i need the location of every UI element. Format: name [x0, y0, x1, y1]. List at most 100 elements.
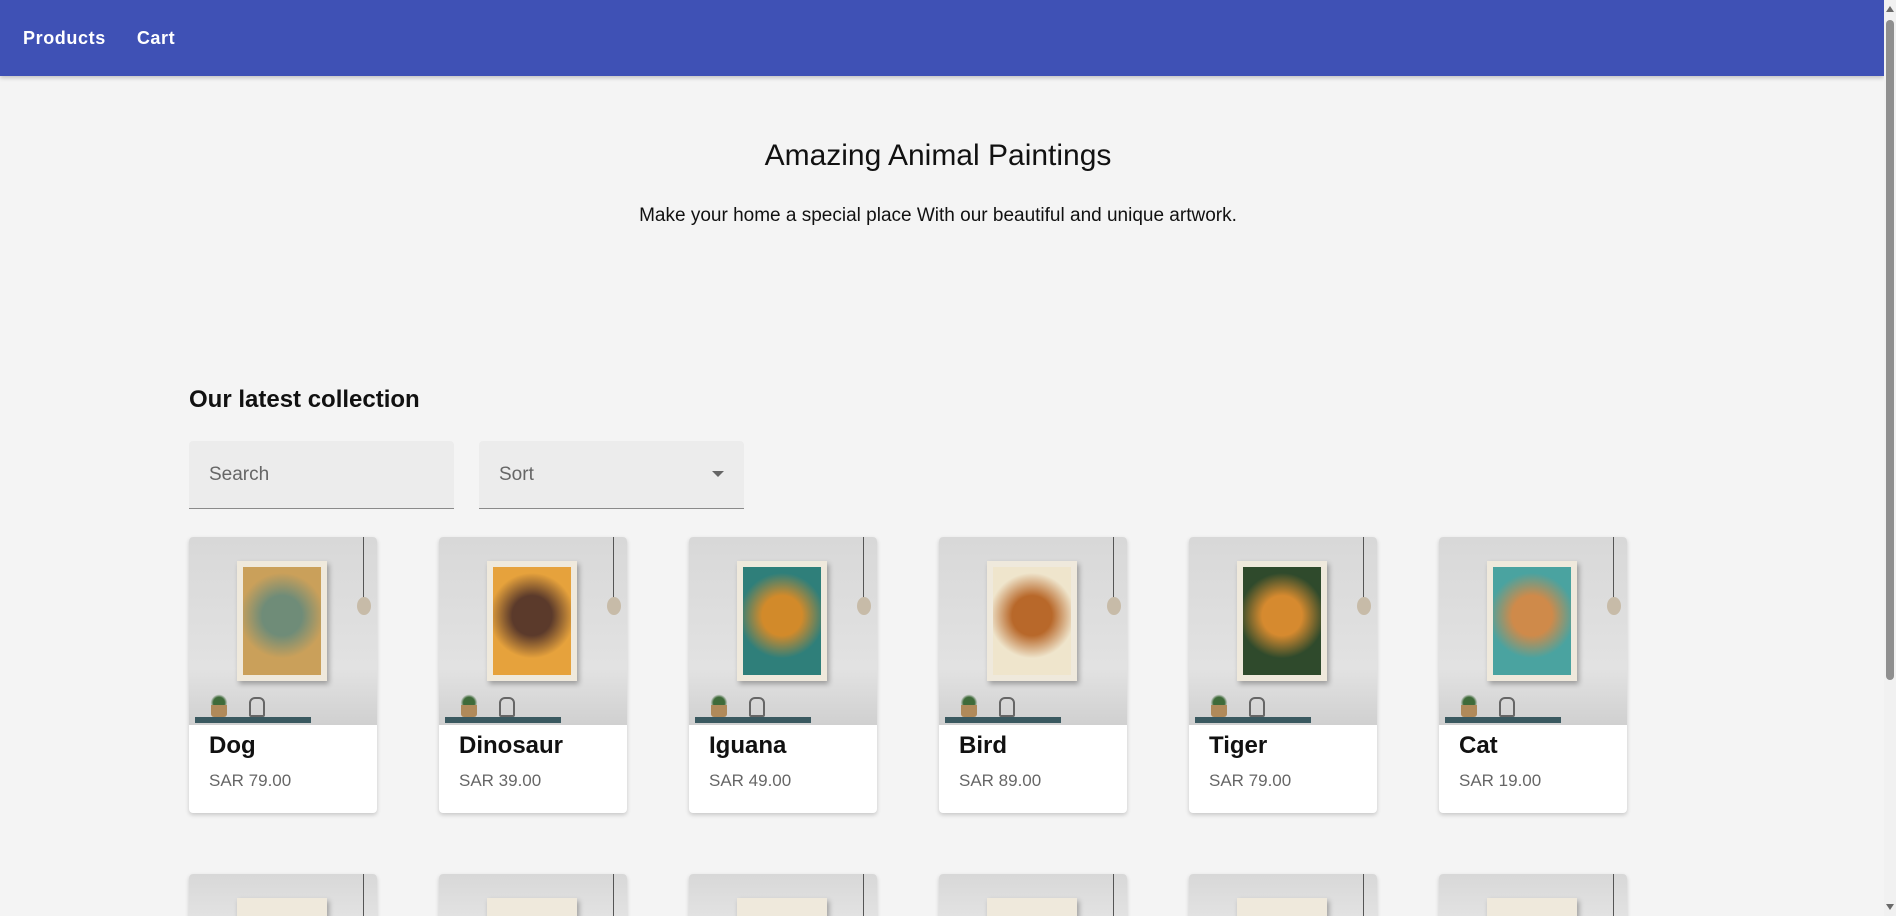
product-price: SAR 89.00: [959, 771, 1042, 790]
scrollbar-thumb[interactable]: [1886, 20, 1894, 680]
sort-select[interactable]: Sort: [479, 441, 744, 509]
lamp-cord: [613, 537, 614, 599]
painting-art: [1243, 567, 1321, 675]
sort-label: Sort: [499, 464, 534, 485]
product-name: Dinosaur: [459, 732, 564, 759]
product-price: SAR 79.00: [1209, 771, 1292, 790]
product-card[interactable]: [189, 874, 377, 916]
painting-frame: [737, 561, 827, 681]
product-image: [1439, 874, 1627, 916]
shelf: [945, 717, 1061, 723]
hero-title: Amazing Animal Paintings: [764, 139, 1112, 172]
product-card[interactable]: Tiger SAR 79.00: [1189, 537, 1377, 813]
plant-icon: [209, 693, 229, 717]
search-input[interactable]: [189, 441, 454, 508]
painting-frame: [987, 561, 1077, 681]
lamp-cord: [863, 874, 864, 916]
painting-art: [743, 567, 821, 675]
lamp-cord: [1613, 874, 1614, 916]
product-card[interactable]: Iguana SAR 49.00: [689, 537, 877, 813]
product-name: Cat: [1459, 732, 1498, 759]
painting-frame: [1487, 561, 1577, 681]
product-card[interactable]: [689, 874, 877, 916]
section-title: Our latest collection: [189, 386, 420, 413]
shelf: [195, 717, 311, 723]
product-image: [1189, 874, 1377, 916]
painting-art: [243, 567, 321, 675]
lamp-cord: [363, 874, 364, 916]
product-image: [189, 537, 377, 725]
shelf: [1195, 717, 1311, 723]
product-card[interactable]: Dog SAR 79.00: [189, 537, 377, 813]
app-bar: Products Cart: [0, 0, 1884, 76]
product-card[interactable]: [1189, 874, 1377, 916]
lamp-cord: [1613, 537, 1614, 599]
lamp-cord: [1363, 537, 1364, 599]
shelf: [445, 717, 561, 723]
dropdown-caret-icon: [712, 471, 724, 477]
painting-frame: [487, 898, 577, 916]
basket-icon: [749, 697, 765, 717]
product-image: [1439, 537, 1627, 725]
basket-icon: [499, 697, 515, 717]
product-price: SAR 49.00: [709, 771, 792, 790]
painting-art: [993, 567, 1071, 675]
product-name: Iguana: [709, 732, 787, 759]
scroll-down-arrow-icon[interactable]: [1886, 904, 1894, 910]
lamp-cord: [1113, 537, 1114, 599]
product-image: [689, 874, 877, 916]
product-image: [439, 537, 627, 725]
product-card[interactable]: Bird SAR 89.00: [939, 537, 1127, 813]
scroll-up-arrow-icon[interactable]: [1886, 6, 1894, 12]
product-image: [939, 874, 1127, 916]
painting-art: [1493, 567, 1571, 675]
product-price: SAR 19.00: [1459, 771, 1542, 790]
hero-subtitle: Make your home a special place With our …: [639, 205, 1237, 226]
shelf: [1445, 717, 1561, 723]
product-card[interactable]: [1439, 874, 1627, 916]
product-card[interactable]: Cat SAR 19.00: [1439, 537, 1627, 813]
painting-art: [493, 567, 571, 675]
plant-icon: [959, 693, 979, 717]
lamp-icon: [1107, 597, 1121, 615]
lamp-icon: [1357, 597, 1371, 615]
painting-frame: [237, 898, 327, 916]
lamp-cord: [1113, 874, 1114, 916]
product-name: Bird: [959, 732, 1007, 759]
plant-icon: [709, 693, 729, 717]
product-image: [439, 874, 627, 916]
lamp-icon: [357, 597, 371, 615]
product-card[interactable]: [439, 874, 627, 916]
product-name: Dog: [209, 732, 256, 759]
lamp-icon: [1607, 597, 1621, 615]
lamp-cord: [363, 537, 364, 599]
product-image: [939, 537, 1127, 725]
lamp-cord: [1363, 874, 1364, 916]
shelf: [695, 717, 811, 723]
painting-frame: [237, 561, 327, 681]
product-image: [1189, 537, 1377, 725]
product-card[interactable]: Dinosaur SAR 39.00: [439, 537, 627, 813]
nav-products[interactable]: Products: [23, 28, 106, 49]
painting-frame: [987, 898, 1077, 916]
plant-icon: [459, 693, 479, 717]
lamp-cord: [613, 874, 614, 916]
painting-frame: [737, 898, 827, 916]
nav-cart[interactable]: Cart: [137, 28, 175, 49]
painting-frame: [1487, 898, 1577, 916]
product-image: [189, 874, 377, 916]
lamp-cord: [863, 537, 864, 599]
basket-icon: [249, 697, 265, 717]
basket-icon: [999, 697, 1015, 717]
lamp-icon: [607, 597, 621, 615]
plant-icon: [1459, 693, 1479, 717]
product-price: SAR 79.00: [209, 771, 292, 790]
plant-icon: [1209, 693, 1229, 717]
page-scrollbar[interactable]: [1884, 0, 1896, 916]
product-name: Tiger: [1209, 732, 1268, 759]
product-card[interactable]: [939, 874, 1127, 916]
search-field: [189, 441, 454, 509]
basket-icon: [1499, 697, 1515, 717]
painting-frame: [487, 561, 577, 681]
basket-icon: [1249, 697, 1265, 717]
